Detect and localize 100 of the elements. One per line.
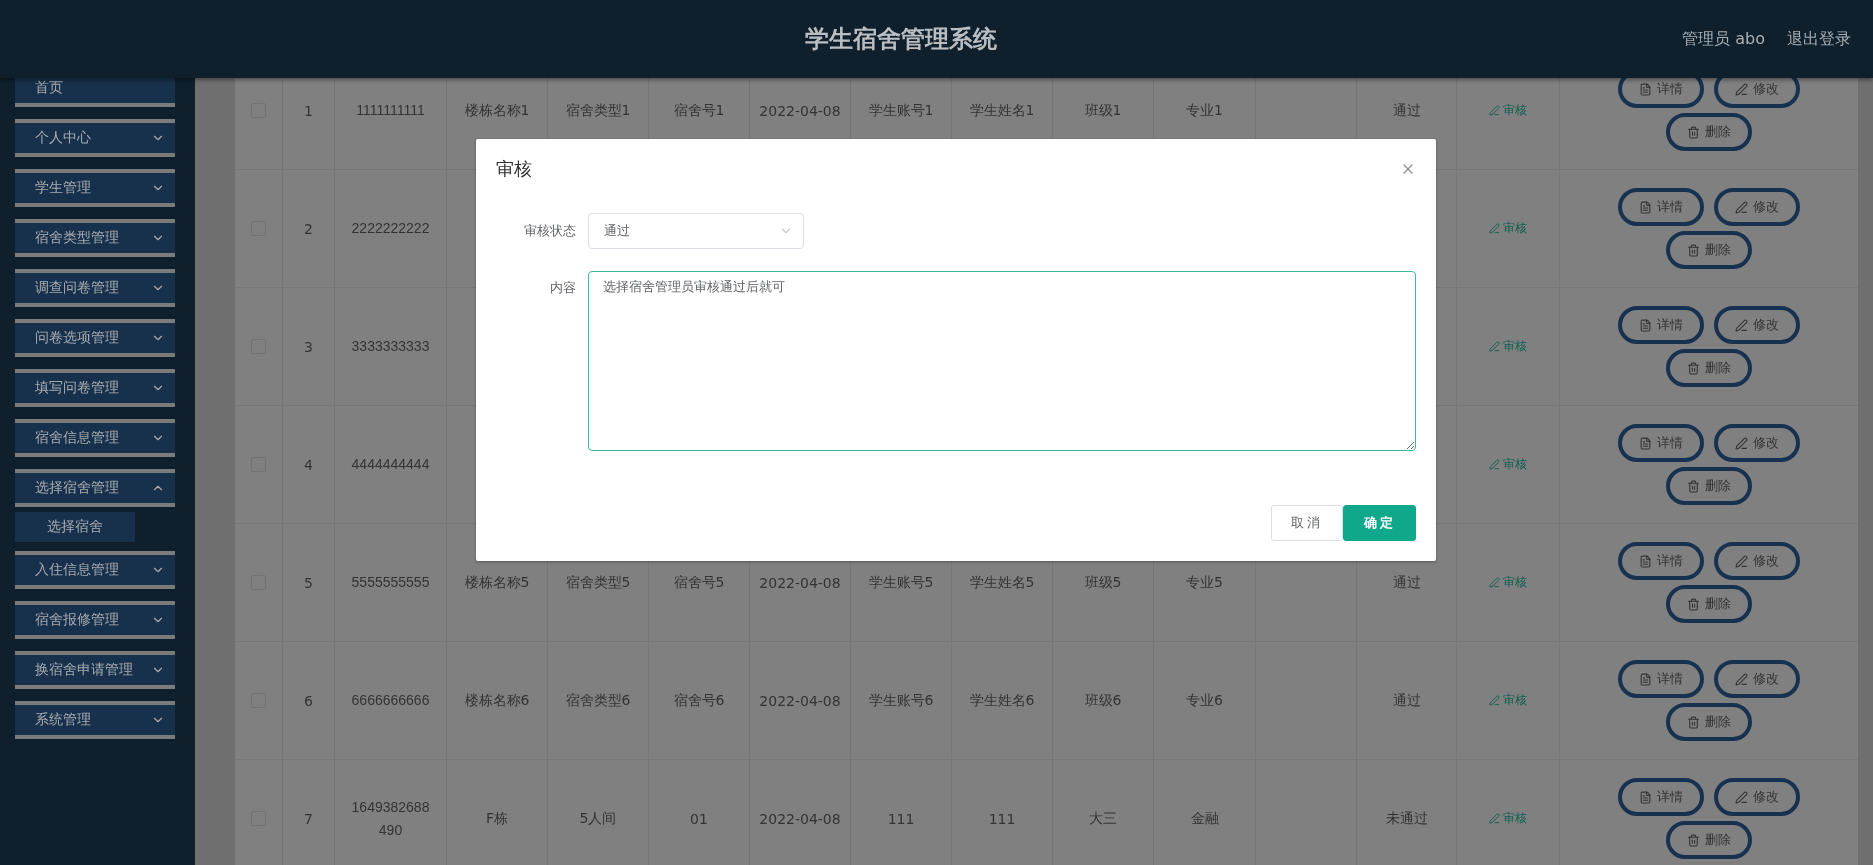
trash-icon (1687, 715, 1700, 729)
trash-icon (1687, 479, 1700, 493)
pencil-icon (1735, 436, 1748, 450)
pencil-icon (1489, 223, 1500, 234)
action-button[interactable]: 修改 (1714, 660, 1800, 698)
app-title: 学生宿舍管理系统 (804, 24, 999, 55)
sidebar-item[interactable]: 问卷选项管理 (15, 319, 175, 357)
sidebar-item[interactable]: 宿舍类型管理 (15, 219, 175, 257)
action-button[interactable]: 修改 (1714, 424, 1800, 462)
table-cell: 2022-04-08 (759, 692, 841, 709)
sidebar-item[interactable]: 宿舍报修管理 (15, 601, 175, 639)
action-button[interactable]: 删除 (1666, 231, 1752, 269)
sidebar-subitem[interactable]: 选择宿舍 (15, 512, 135, 542)
table-cell: 5 (304, 574, 313, 591)
table-cell: 班级5 (1084, 573, 1122, 592)
pencil-icon (1735, 790, 1748, 804)
table-cell: 宿舍号5 (673, 573, 725, 592)
action-button[interactable]: 删除 (1666, 703, 1752, 741)
table-cell: 学生姓名5 (969, 573, 1035, 592)
action-button[interactable]: 删除 (1666, 585, 1752, 623)
action-button[interactable]: 详情 (1618, 542, 1704, 580)
pencil-icon (1489, 577, 1500, 588)
action-button[interactable]: 详情 (1618, 778, 1704, 816)
table-cell-text: 4444444444 (350, 455, 431, 475)
table-cell: 专业1 (1186, 101, 1223, 120)
table-cell: 学生账号5 (868, 573, 934, 592)
table-cell-text: 2222222222 (350, 219, 431, 239)
review-link[interactable]: 审核 (1489, 574, 1527, 591)
dialog-title: 审核 (496, 157, 532, 181)
table-cell: 楼栋名称6 (464, 691, 530, 710)
action-button[interactable]: 详情 (1618, 660, 1704, 698)
sidebar-item[interactable]: 首页 (15, 78, 175, 107)
sidebar-item[interactable]: 个人中心 (15, 119, 175, 157)
sidebar-item[interactable]: 选择宿舍管理 (15, 469, 175, 507)
action-button[interactable]: 修改 (1714, 778, 1800, 816)
review-link[interactable]: 审核 (1489, 456, 1527, 473)
pencil-icon (1735, 82, 1748, 96)
pencil-icon (1489, 341, 1500, 352)
table-cell: 3 (304, 338, 313, 355)
table-cell: 2 (304, 220, 313, 237)
field-label: 内容 (549, 279, 577, 297)
table-cell: 5人间 (579, 809, 617, 828)
action-button[interactable]: 修改 (1714, 542, 1800, 580)
action-button[interactable]: 详情 (1618, 306, 1704, 344)
table-cell: 01 (690, 810, 708, 827)
table-cell: 楼栋名称5 (464, 573, 530, 592)
review-link[interactable]: 审核 (1489, 692, 1527, 709)
sidebar-item[interactable]: 填写问卷管理 (15, 369, 175, 407)
table-cell: 7 (304, 810, 313, 827)
table-cell: 班级1 (1084, 101, 1122, 120)
table-cell-text: 1649382688490 (350, 798, 431, 840)
trash-icon (1687, 361, 1700, 375)
sidebar-item[interactable]: 宿舍信息管理 (15, 419, 175, 457)
action-button[interactable]: 详情 (1618, 424, 1704, 462)
sidebar-item[interactable]: 学生管理 (15, 169, 175, 207)
action-button[interactable]: 详情 (1618, 188, 1704, 226)
review-link[interactable]: 审核 (1489, 220, 1527, 237)
logout-link[interactable]: 退出登录 (1787, 28, 1851, 50)
content-field[interactable]: 选择宿舍管理员审核通过后就可 (588, 271, 1416, 451)
sidebar-item[interactable]: 入住信息管理 (15, 551, 175, 589)
table-cell-text: 1111111111 (355, 101, 426, 121)
document-icon (1639, 200, 1652, 214)
table-cell: 2022-04-08 (759, 810, 841, 827)
cancel-button[interactable]: 取消 (1271, 505, 1343, 541)
sidebar-item[interactable]: 换宿舍申请管理 (15, 651, 175, 689)
trash-icon (1687, 243, 1700, 257)
action-button[interactable]: 修改 (1714, 306, 1800, 344)
table-cell: F栋 (485, 809, 509, 828)
table-cell: 通过 (1392, 691, 1421, 710)
review-link[interactable]: 审核 (1489, 810, 1527, 827)
action-button[interactable]: 详情 (1618, 78, 1704, 108)
pencil-icon (1489, 105, 1500, 116)
document-icon (1639, 82, 1652, 96)
pencil-icon (1489, 695, 1500, 706)
trash-icon (1687, 597, 1700, 611)
table-cell-text: 5555555555 (350, 573, 431, 593)
table-cell: 2022-04-08 (759, 102, 841, 119)
action-button[interactable]: 删除 (1666, 113, 1752, 151)
action-button[interactable]: 修改 (1714, 188, 1800, 226)
review-link[interactable]: 审核 (1489, 102, 1527, 119)
table-cell: 专业5 (1186, 573, 1223, 592)
pencil-icon (1489, 813, 1500, 824)
pencil-icon (1735, 318, 1748, 332)
table-cell: 宿舍类型6 (565, 691, 631, 710)
trash-icon (1687, 125, 1700, 139)
sidebar-item[interactable]: 系统管理 (15, 701, 175, 739)
table-cell: 宿舍号1 (673, 101, 725, 120)
action-button[interactable]: 修改 (1714, 78, 1800, 108)
pencil-icon (1735, 200, 1748, 214)
table-cell: 2022-04-08 (759, 574, 841, 591)
pencil-icon (1489, 459, 1500, 470)
confirm-button[interactable]: 确定 (1343, 505, 1416, 541)
review-link[interactable]: 审核 (1489, 338, 1527, 355)
action-button[interactable]: 删除 (1666, 349, 1752, 387)
document-icon (1639, 318, 1652, 332)
sidebar-item[interactable]: 调查问卷管理 (15, 269, 175, 307)
action-button[interactable]: 删除 (1666, 467, 1752, 505)
table-cell: 1 (304, 102, 313, 119)
action-button[interactable]: 删除 (1666, 821, 1752, 859)
status-select[interactable]: 通过 (588, 213, 804, 249)
